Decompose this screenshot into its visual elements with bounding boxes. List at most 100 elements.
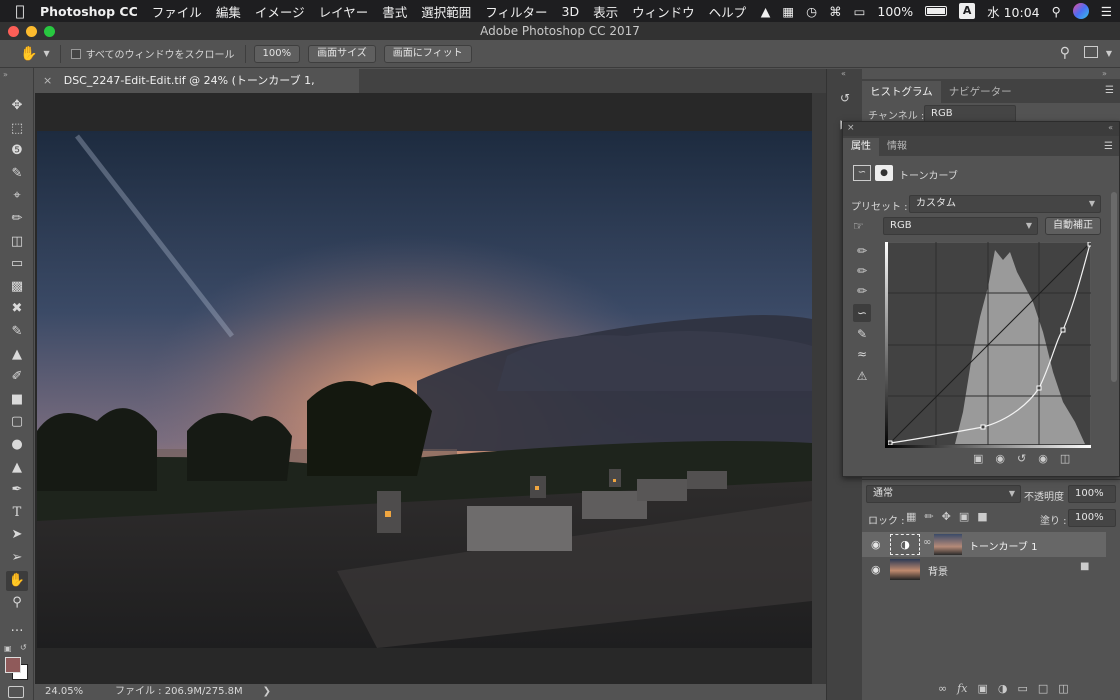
app-menu[interactable]: Photoshop CC (40, 4, 138, 19)
clipping-warning-icon[interactable]: ⚠ (853, 367, 871, 385)
properties-scrollbar[interactable] (1111, 192, 1117, 382)
curve-point-tool-icon[interactable]: ∽ (853, 304, 871, 322)
panel-menu-icon[interactable]: ☰ (1104, 141, 1113, 152)
tab-histogram[interactable]: ヒストグラム (862, 81, 941, 103)
visibility-eye-icon[interactable]: ◉ (871, 563, 883, 576)
crop-tool-icon[interactable]: ⌖ (6, 186, 28, 206)
notification-center-icon[interactable]: ☰ (1101, 4, 1112, 19)
menu-3d[interactable]: 3D (562, 4, 580, 19)
view-previous-state-icon[interactable]: ◉ (995, 452, 1005, 465)
opacity-field[interactable]: 100% (1068, 485, 1116, 503)
properties-panel-header[interactable]: × « (843, 122, 1119, 136)
layer-style-icon[interactable]: fx (957, 682, 967, 695)
fill-field[interactable]: 100% (1068, 509, 1116, 527)
tab-navigator[interactable]: ナビゲーター (941, 81, 1020, 103)
dodge-tool-icon[interactable]: ▲ (6, 458, 28, 478)
input-source-icon[interactable]: A (959, 3, 976, 19)
tab-properties[interactable]: 属性 (843, 138, 879, 156)
airplay-icon[interactable]: ▭ (854, 4, 866, 19)
menu-help[interactable]: ヘルプ (709, 2, 747, 21)
delete-adjustment-icon[interactable]: ◫ (1060, 452, 1070, 465)
frame-tool-icon[interactable]: ▩ (6, 277, 28, 297)
apple-menu-icon[interactable]:  (0, 2, 40, 20)
scroll-all-windows-option[interactable]: すべてのウィンドウをスクロール (70, 46, 235, 61)
new-group-icon[interactable]: ▭ (1017, 682, 1027, 695)
wifi-icon[interactable]: ⌘ (829, 4, 842, 19)
menu-file[interactable]: ファイル (152, 2, 202, 21)
history-panel-icon[interactable]: ↺ (837, 91, 853, 107)
mask-icon[interactable]: ● (875, 165, 893, 181)
lock-position-icon[interactable]: ✥ (942, 510, 951, 523)
scroll-all-checkbox[interactable] (70, 48, 81, 59)
chevron-down-icon[interactable]: ▼ (43, 49, 49, 58)
mask-link-icon[interactable]: ∞ (923, 537, 931, 548)
swap-colors-icon[interactable]: ↺ (20, 643, 27, 652)
siri-icon[interactable] (1072, 3, 1089, 19)
panel-menu-icon[interactable]: ☰ (1105, 85, 1114, 96)
close-panel-icon[interactable]: × (847, 123, 855, 133)
default-colors-icon[interactable]: ▣ (4, 644, 12, 653)
curve-channel-select[interactable]: RGB ▼ (883, 217, 1038, 235)
document-tab[interactable]: × DSC_2247-Edit-Edit.tif @ 24% (トーンカーブ 1… (35, 69, 359, 111)
menu-window[interactable]: ウィンドウ (632, 2, 695, 21)
pen-tool-icon[interactable]: ✒ (6, 480, 28, 500)
collapse-toolbar-icon[interactable]: » (3, 70, 8, 79)
time-machine-icon[interactable]: ◷ (806, 4, 817, 19)
black-point-eyedropper-icon[interactable]: ✏ (853, 242, 871, 260)
menu-image[interactable]: イメージ (255, 2, 305, 21)
menu-filter[interactable]: フィルター (485, 2, 547, 21)
canvas-vertical-scrollbar[interactable] (812, 93, 826, 684)
spotlight-search-icon[interactable]: ⚲ (1052, 4, 1061, 19)
lock-pixels-icon[interactable]: ✏ (924, 510, 933, 523)
history-brush-tool-icon[interactable]: ✐ (6, 367, 28, 387)
layer-name[interactable]: トーンカーブ 1 (969, 538, 1037, 553)
white-point-eyedropper-icon[interactable]: ✏ (853, 282, 871, 300)
canvas-area[interactable] (35, 93, 812, 684)
path-select-tool-icon[interactable]: ➤ (6, 525, 28, 545)
gradient-tool-icon[interactable]: ▢ (6, 412, 28, 432)
workspace-icon[interactable] (1084, 46, 1098, 58)
close-window-button[interactable] (8, 26, 19, 37)
smooth-curve-icon[interactable]: ≈ (853, 345, 871, 363)
fill-screen-button[interactable]: 画面にフィット (383, 44, 472, 63)
zoom-100-button[interactable]: 100% (253, 44, 301, 63)
hand-tool-icon[interactable]: ✋ (6, 571, 28, 591)
add-mask-icon[interactable]: ▣ (977, 682, 987, 695)
move-tool-icon[interactable]: ✥ (6, 96, 28, 116)
document-image[interactable] (37, 131, 812, 648)
quick-mask-icon[interactable] (8, 686, 24, 698)
healing-brush-tool-icon[interactable]: ◫ (6, 232, 28, 252)
reset-adjustment-icon[interactable]: ↺ (1017, 452, 1026, 465)
blur-tool-icon[interactable]: ● (6, 435, 28, 455)
collapse-dock-icon[interactable]: » (1102, 69, 1107, 78)
direct-select-tool-icon[interactable]: ➢ (6, 548, 28, 568)
tab-info[interactable]: 情報 (879, 138, 915, 156)
bandaid-tool-icon[interactable]: ▭ (6, 254, 28, 274)
eraser-tool-icon[interactable]: ■ (6, 390, 28, 410)
pencil-draw-icon[interactable]: ✎ (853, 325, 871, 343)
layer-row-curves[interactable]: ◉ ◑ ∞ トーンカーブ 1 (862, 532, 1106, 557)
eyedropper-tool-icon[interactable]: ✏ (6, 209, 28, 229)
close-document-icon[interactable]: × (43, 74, 52, 87)
blend-mode-select[interactable]: 通常 ▼ (866, 485, 1021, 503)
delete-layer-icon[interactable]: ◫ (1058, 682, 1068, 695)
new-layer-icon[interactable]: □ (1038, 682, 1048, 695)
layer-name[interactable]: 背景 (928, 563, 948, 578)
toggle-visibility-icon[interactable]: ◉ (1038, 452, 1048, 465)
zoom-window-button[interactable] (44, 26, 55, 37)
menu-select[interactable]: 選択範囲 (421, 2, 471, 21)
visibility-eye-icon[interactable]: ◉ (871, 538, 883, 551)
menu-view[interactable]: 表示 (593, 2, 618, 21)
type-tool-icon[interactable]: T (6, 503, 28, 523)
link-layers-icon[interactable]: ∞ (938, 682, 947, 695)
auto-button[interactable]: 自動補正 (1045, 217, 1101, 235)
preset-select[interactable]: カスタム ▼ (909, 195, 1101, 213)
chevron-down-icon[interactable]: ▼ (1106, 49, 1112, 58)
fit-screen-button[interactable]: 画面サイズ (308, 44, 376, 63)
more-tools-icon[interactable]: … (6, 618, 28, 638)
clip-to-layer-icon[interactable]: ▣ (973, 452, 983, 465)
lock-all-icon[interactable]: ■ (977, 510, 987, 523)
zoom-level[interactable]: 24.05% (45, 684, 95, 700)
lasso-tool-icon[interactable]: ❺ (6, 141, 28, 161)
marquee-tool-icon[interactable]: ⬚ (6, 119, 28, 139)
